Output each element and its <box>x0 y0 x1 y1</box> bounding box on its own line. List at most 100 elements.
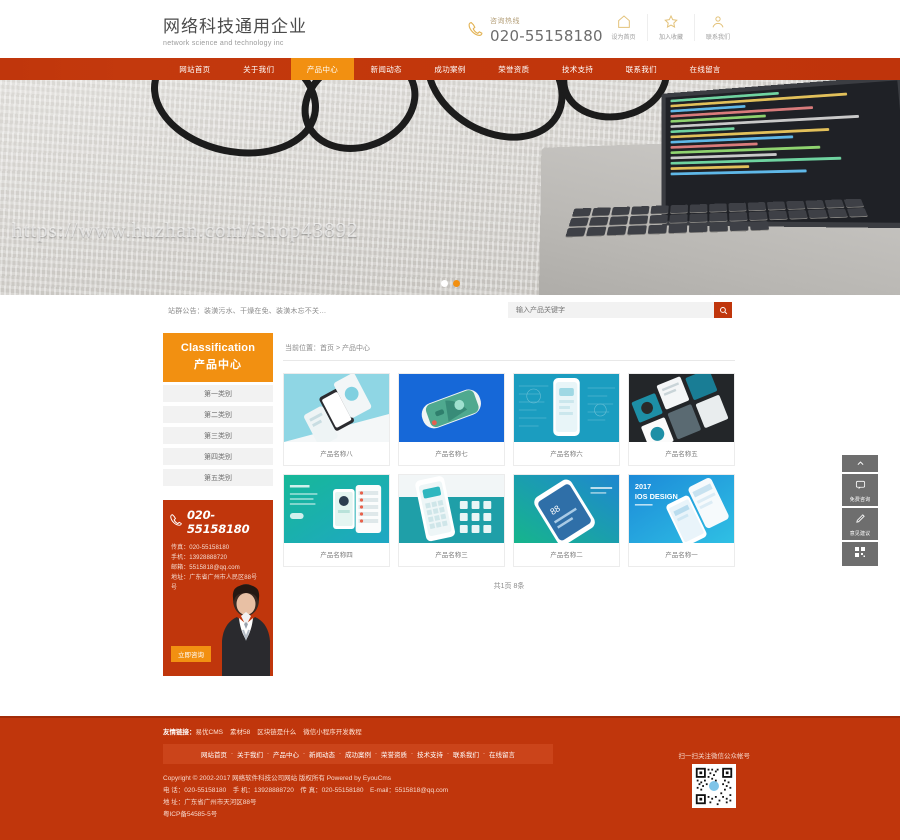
main-navigation: 网站首页 关于我们 产品中心 新闻动态 成功案例 荣誉资质 技术支持 联系我们 … <box>0 58 900 80</box>
product-thumbnail <box>284 475 389 543</box>
nav-item-about[interactable]: 关于我们 <box>227 58 291 80</box>
footer-nav-support[interactable]: 技术支持 <box>417 749 443 759</box>
friendly-link-4[interactable]: 微信小程序开发教程 <box>303 729 362 736</box>
star-icon <box>650 14 692 30</box>
nav-item-news[interactable]: 新闻动态 <box>354 58 418 80</box>
product-card[interactable]: 产品名称三 <box>398 474 505 567</box>
set-homepage-link[interactable]: 设为首页 <box>600 14 647 41</box>
hotline-label: 咨询热线 <box>490 18 520 25</box>
page-root: 网络科技通用企业 network science and technology … <box>0 0 900 840</box>
footer-nav-message[interactable]: 在线留言 <box>489 749 515 759</box>
footer-nav-sep: - <box>447 751 449 757</box>
laptop-illustration <box>538 80 900 295</box>
footer-nav-cases[interactable]: 成功案例 <box>345 749 371 759</box>
search-icon <box>719 303 728 318</box>
nav-item-home[interactable]: 网站首页 <box>163 58 227 80</box>
feedback-button[interactable]: 意见建议 <box>842 508 878 540</box>
product-caption: 产品名称二 <box>550 551 583 559</box>
phone-icon <box>169 512 187 533</box>
contact-us-link[interactable]: 联系我们 <box>694 14 741 41</box>
phone-icon <box>467 19 484 39</box>
contact-fax: 传真：020-55158180 <box>171 545 230 551</box>
banner-dot-1[interactable] <box>440 280 448 287</box>
friendly-link-2[interactable]: 素材58 <box>230 729 250 736</box>
category-item-2[interactable]: 第二类别 <box>163 406 273 423</box>
product-caption: 产品名称八 <box>320 450 353 458</box>
wechat-qr-block: 扫一扫关注微信公众帐号 <box>679 750 750 813</box>
contact-email: 邮箱：5515818@qq.com <box>171 565 240 571</box>
hotline-number: 020-55158180 <box>490 27 603 45</box>
product-card[interactable]: 产品名称四 <box>283 474 390 567</box>
breadcrumb-current: 产品中心 <box>341 345 370 352</box>
footer-nav-home[interactable]: 网站首页 <box>201 749 227 759</box>
qr-icon <box>854 545 866 563</box>
classification-title-cn: 产品中心 <box>194 358 242 371</box>
footer-nav-sep: - <box>303 751 305 757</box>
product-thumbnail <box>629 374 734 442</box>
site-notice: 站群公告：装潢污水、干燥在免、装潢木忘不关… <box>168 308 327 315</box>
footer-nav-products[interactable]: 产品中心 <box>273 749 299 759</box>
contact-phone-number: 020-55158180 <box>187 508 250 536</box>
breadcrumb-sep: > <box>334 345 342 352</box>
friendly-links-inner: 友情链接：易优CMS 素材58 区块链是什么 微信小程序开发教程 <box>163 726 737 736</box>
site-logo[interactable]: 网络科技通用企业 network science and technology … <box>163 12 307 47</box>
product-grid: 产品名称八 产品名称七 产品名称六 产品名称五 产品名称四 产品名称三 88 产… <box>283 361 735 567</box>
footer-copyright-block: Copyright © 2002-2017 网络软件科技公司网站 版权所有 Po… <box>163 764 900 821</box>
footer-nav-about[interactable]: 关于我们 <box>237 749 263 759</box>
footer-nav-sep: - <box>267 751 269 757</box>
nav-item-honors[interactable]: 荣誉资质 <box>482 58 546 80</box>
friendly-link-3[interactable]: 区块链是什么 <box>257 729 296 736</box>
product-card[interactable]: 产品名称六 <box>513 373 620 466</box>
footer-nav-news[interactable]: 新闻动态 <box>309 749 335 759</box>
search-input[interactable] <box>508 306 714 314</box>
product-thumbnail: 2017 IOS DESIGN <box>629 475 734 543</box>
product-card[interactable]: 产品名称七 <box>398 373 505 466</box>
category-list: 第一类别 第二类别 第三类别 第四类别 第五类别 <box>163 385 273 486</box>
friendly-links-bar: 友情链接：易优CMS 素材58 区块链是什么 微信小程序开发教程 <box>0 716 900 744</box>
consult-now-button[interactable]: 立即咨询 <box>171 646 211 662</box>
notice-search-row: 站群公告：装潢污水、干燥在免、装潢木忘不关… <box>0 295 900 331</box>
add-favorite-link[interactable]: 加入收藏 <box>647 14 694 41</box>
product-card[interactable]: 88 产品名称二 <box>513 474 620 567</box>
product-caption: 产品名称五 <box>665 450 698 458</box>
scroll-to-top-button[interactable] <box>842 455 878 472</box>
nav-item-cases[interactable]: 成功案例 <box>418 58 482 80</box>
product-thumbnail <box>399 475 504 543</box>
site-footer: 友情链接：易优CMS 素材58 区块链是什么 微信小程序开发教程 网站首页 - 关于我们… <box>0 716 900 840</box>
floating-toolbar: 免费咨询 意见建议 <box>842 455 878 568</box>
feedback-label: 意见建议 <box>849 531 871 537</box>
contact-us-label: 联系我们 <box>705 35 730 41</box>
footer-nav-honors[interactable]: 荣誉资质 <box>381 749 407 759</box>
search-button[interactable] <box>714 302 732 318</box>
category-item-1[interactable]: 第一类别 <box>163 385 273 402</box>
hero-banner[interactable]: https://www.huzhan.com/ishop43892 <box>0 80 900 295</box>
product-thumbnail <box>399 374 504 442</box>
banner-dot-2[interactable] <box>452 280 460 287</box>
nav-item-contact[interactable]: 联系我们 <box>609 58 673 80</box>
free-consult-button[interactable]: 免费咨询 <box>842 474 878 506</box>
sidebar: Classification 产品中心 第一类别 第二类别 第三类别 第四类别 … <box>163 333 273 676</box>
wechat-qr-button[interactable] <box>842 542 878 566</box>
footer-nav-contact[interactable]: 联系我们 <box>453 749 479 759</box>
footer-nav-sep: - <box>231 751 233 757</box>
category-item-4[interactable]: 第四类别 <box>163 448 273 465</box>
product-card[interactable]: 2017 IOS DESIGN 产品名称一 <box>628 474 735 567</box>
product-caption: 产品名称四 <box>320 551 353 559</box>
nav-item-support[interactable]: 技术支持 <box>546 58 610 80</box>
category-item-3[interactable]: 第三类别 <box>163 427 273 444</box>
product-card[interactable]: 产品名称八 <box>283 373 390 466</box>
product-card[interactable]: 产品名称五 <box>628 373 735 466</box>
product-caption: 产品名称六 <box>550 450 583 458</box>
breadcrumb-home[interactable]: 首页 <box>320 345 334 352</box>
hotline-block: 咨询热线 020-55158180 <box>467 16 603 45</box>
footer-nav-sep: - <box>375 751 377 757</box>
classification-header: Classification 产品中心 <box>163 333 273 382</box>
svg-text:IOS DESIGN: IOS DESIGN <box>635 492 678 501</box>
product-search-box <box>508 302 732 318</box>
nav-item-message[interactable]: 在线留言 <box>673 58 737 80</box>
category-item-5[interactable]: 第五类别 <box>163 469 273 486</box>
nav-item-products[interactable]: 产品中心 <box>290 58 355 80</box>
footer-main: 网站首页 - 关于我们 - 产品中心 - 新闻动态 - 成功案例 - 荣誉资质 - 技术支持… <box>0 744 900 840</box>
footer-nav-sep: - <box>339 751 341 757</box>
friendly-link-1[interactable]: 易优CMS <box>196 729 223 736</box>
